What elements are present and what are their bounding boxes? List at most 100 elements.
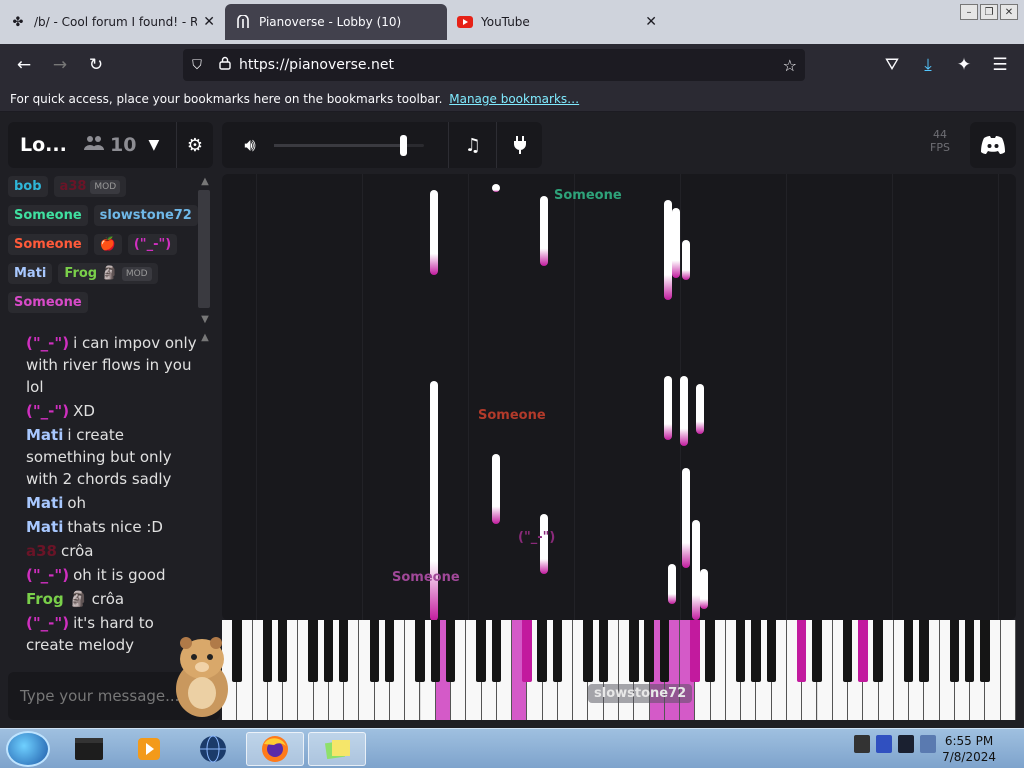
tray-volume-icon[interactable]: [920, 735, 936, 753]
black-key[interactable]: [766, 620, 776, 682]
user-chip[interactable]: Someone: [8, 234, 88, 255]
black-key[interactable]: [583, 620, 593, 682]
shield-icon[interactable]: ⛉: [183, 58, 211, 73]
black-key[interactable]: [659, 620, 670, 682]
black-key[interactable]: [262, 620, 273, 682]
start-orb-icon[interactable]: [6, 731, 50, 767]
extensions-icon[interactable]: ✦: [946, 47, 982, 83]
black-key[interactable]: [629, 620, 639, 682]
tray-display-icon[interactable]: [898, 735, 914, 753]
chat-author[interactable]: Frog 🗿: [26, 590, 88, 608]
url-bar[interactable]: ⛉ https://pianoverse.net ☆: [183, 49, 805, 81]
black-key[interactable]: [644, 620, 654, 682]
black-key[interactable]: [690, 620, 700, 682]
black-key[interactable]: [537, 620, 547, 682]
chat-author[interactable]: Mati: [26, 494, 63, 512]
close-tab-icon[interactable]: ✕: [203, 14, 215, 30]
black-key[interactable]: [705, 620, 715, 682]
user-chip[interactable]: Mati: [8, 263, 53, 284]
plug-icon[interactable]: [502, 122, 538, 168]
chat-author[interactable]: ("_-"): [26, 566, 69, 584]
volume-slider[interactable]: [274, 135, 424, 156]
black-key[interactable]: [842, 620, 853, 682]
black-key[interactable]: [369, 620, 379, 682]
user-chip[interactable]: slowstone72: [93, 205, 198, 226]
tray-app-icon[interactable]: [876, 735, 892, 753]
chat-placeholder[interactable]: Type your message...: [20, 687, 179, 705]
black-key[interactable]: [919, 620, 929, 682]
minimize-icon[interactable]: –: [960, 4, 978, 20]
piano-keyboard[interactable]: slowstone72: [222, 620, 1016, 720]
user-chip[interactable]: 🍎: [93, 234, 122, 255]
chat-author[interactable]: ("_-"): [26, 334, 69, 352]
taskbar-app-media[interactable]: [120, 732, 178, 766]
tray-arrow-icon[interactable]: [854, 735, 870, 753]
user-chip[interactable]: ("_-"): [127, 234, 178, 255]
black-key[interactable]: [980, 620, 990, 682]
black-key[interactable]: [598, 620, 608, 682]
system-clock[interactable]: 6:55 PM 7/8/2024: [942, 733, 996, 765]
black-key[interactable]: [384, 620, 395, 682]
volume-knob[interactable]: [400, 135, 407, 156]
chevron-down-icon[interactable]: ▼: [148, 137, 159, 153]
user-chip[interactable]: Someone: [8, 292, 88, 313]
user-chip[interactable]: a38 MOD: [53, 176, 127, 197]
taskbar-app-firefox[interactable]: [246, 732, 304, 766]
black-key[interactable]: [873, 620, 883, 682]
chevron-down-icon[interactable]: ▼: [196, 314, 214, 325]
browser-tab-pianoverse[interactable]: Pianoverse - Lobby (10): [225, 4, 447, 40]
browser-tab-forum[interactable]: ✤ /b/ - Cool forum I found! - Random ✕: [0, 0, 225, 44]
taskbar-app-notes[interactable]: [308, 732, 366, 766]
black-key[interactable]: [522, 620, 532, 682]
back-icon[interactable]: ←: [6, 47, 42, 83]
chevron-up-icon[interactable]: ▲: [196, 176, 214, 187]
black-key[interactable]: [858, 620, 868, 682]
chat-author[interactable]: ("_-"): [26, 402, 69, 420]
black-key[interactable]: [491, 620, 502, 682]
user-chip[interactable]: bob: [8, 176, 48, 197]
lock-icon[interactable]: [211, 56, 239, 74]
restore-icon[interactable]: ❐: [980, 4, 998, 20]
url-text[interactable]: https://pianoverse.net: [239, 57, 394, 73]
discord-button[interactable]: [970, 122, 1016, 168]
taskbar-app-globe[interactable]: [184, 732, 242, 766]
user-count[interactable]: 10: [84, 134, 136, 156]
browser-tab-youtube[interactable]: YouTube ✕: [447, 0, 667, 44]
reload-icon[interactable]: ↻: [78, 47, 114, 83]
music-note-icon[interactable]: ♫: [454, 122, 492, 168]
bookmark-star-icon[interactable]: ☆: [783, 56, 797, 75]
black-key[interactable]: [751, 620, 761, 682]
close-tab-icon[interactable]: ✕: [645, 14, 657, 30]
forward-icon[interactable]: →: [42, 47, 78, 83]
download-icon[interactable]: ⤓: [910, 47, 946, 83]
pocket-icon[interactable]: ⛛: [874, 47, 910, 83]
black-key[interactable]: [338, 620, 349, 682]
user-chip[interactable]: Someone: [8, 205, 88, 226]
chat-author[interactable]: ("_-"): [26, 614, 69, 632]
chat-author[interactable]: a38: [26, 542, 57, 560]
user-list-scrollbar[interactable]: ▲ ▼: [196, 176, 214, 326]
manage-bookmarks-link[interactable]: Manage bookmarks…: [449, 92, 579, 106]
chat-author[interactable]: Mati: [26, 426, 63, 444]
black-key[interactable]: [903, 620, 914, 682]
close-window-icon[interactable]: ✕: [1000, 4, 1018, 20]
black-key[interactable]: [308, 620, 318, 682]
black-key[interactable]: [965, 620, 975, 682]
black-key[interactable]: [552, 620, 563, 682]
chevron-up-icon[interactable]: ▲: [196, 332, 214, 343]
chat-author[interactable]: Mati: [26, 518, 63, 536]
black-key[interactable]: [445, 620, 456, 682]
gear-icon[interactable]: ⚙: [176, 122, 213, 168]
black-key[interactable]: [797, 620, 807, 682]
black-key[interactable]: [430, 620, 441, 682]
menu-icon[interactable]: ☰: [982, 47, 1018, 83]
scroll-thumb[interactable]: [198, 190, 210, 308]
black-key[interactable]: [949, 620, 960, 682]
black-key[interactable]: [735, 620, 746, 682]
black-key[interactable]: [812, 620, 822, 682]
black-key[interactable]: [277, 620, 288, 682]
taskbar-app-terminal[interactable]: [60, 732, 118, 766]
room-name[interactable]: Lo...: [20, 134, 74, 156]
black-key[interactable]: [323, 620, 334, 682]
volume-icon[interactable]: 🔊︎: [232, 122, 268, 168]
